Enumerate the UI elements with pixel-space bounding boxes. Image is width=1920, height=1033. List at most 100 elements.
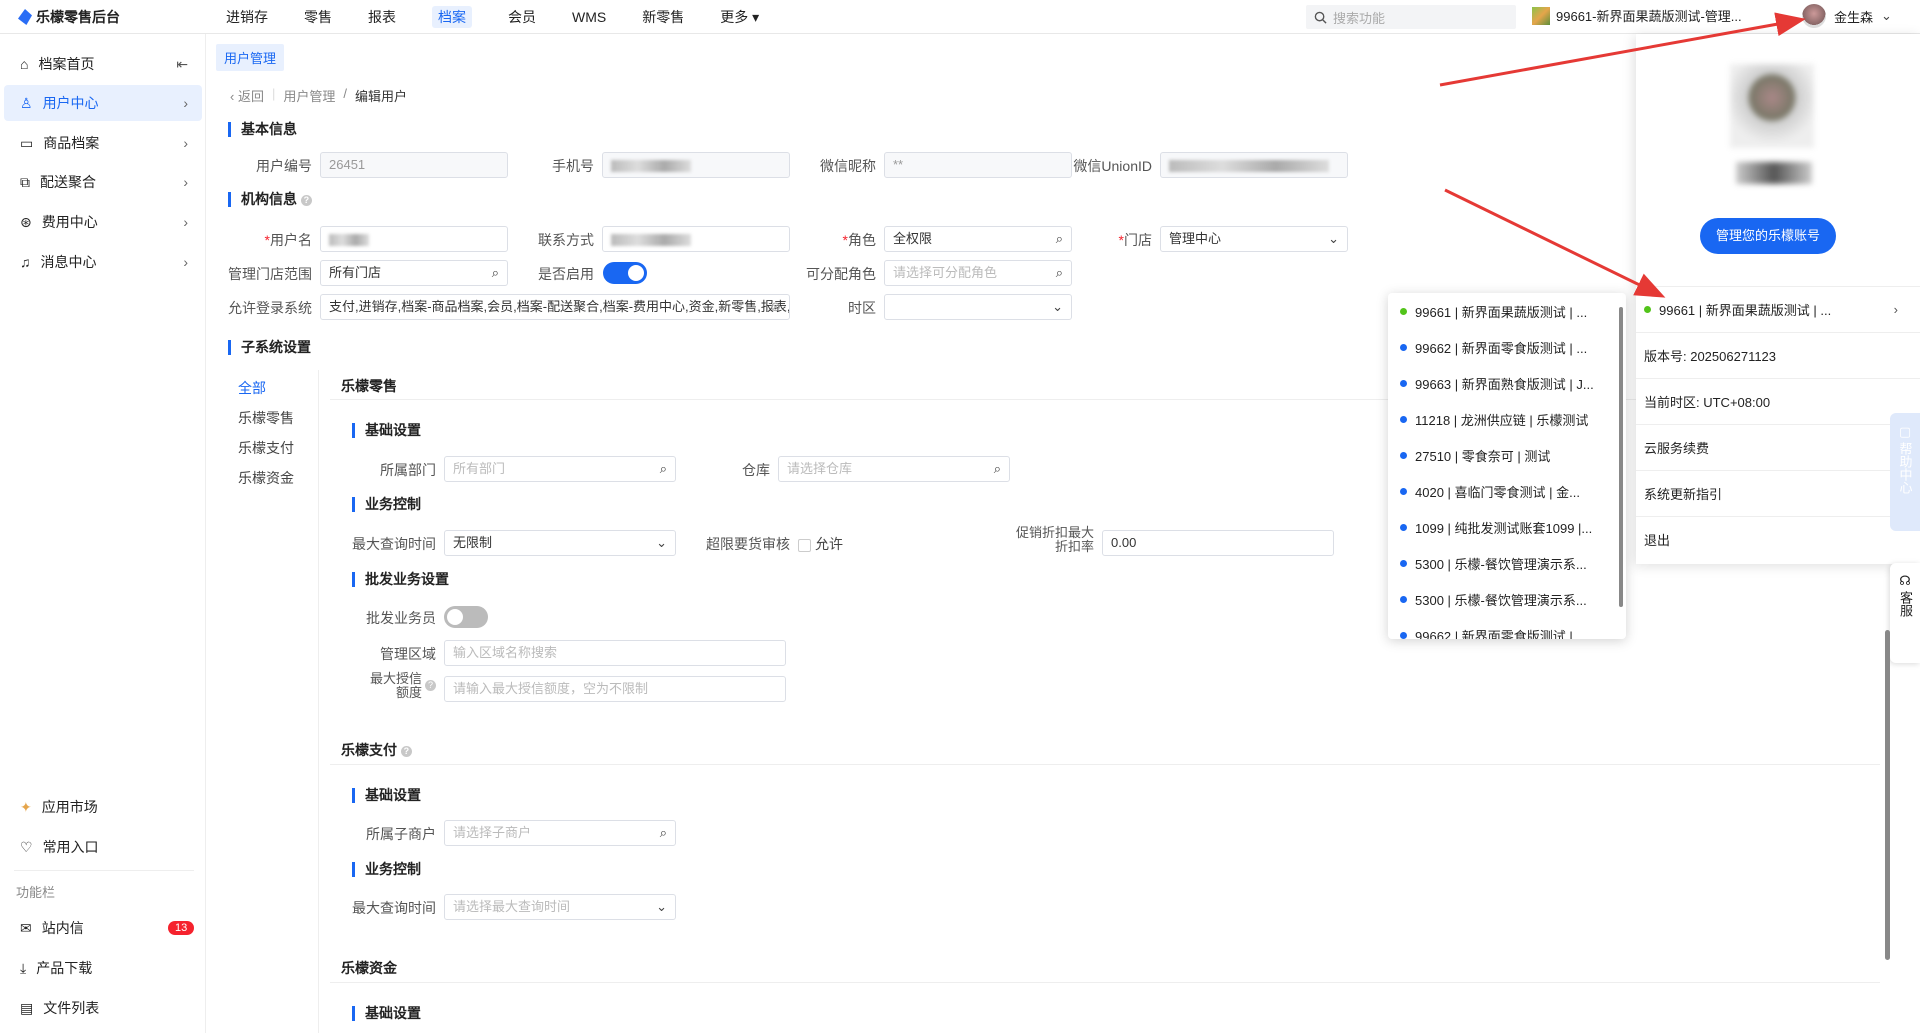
pay-query-select[interactable]: 请选择最大查询时间 ⌄ <box>444 894 676 920</box>
sidebar-item-expense[interactable]: ⊛ 费用中心 › <box>4 204 202 240</box>
store-option-label: 99662 | 新界面零食版测试 | ... <box>1415 628 1588 640</box>
store-option[interactable]: 11218 | 龙洲供应链 | 乐檬测试 <box>1388 401 1626 437</box>
topnav-dangan[interactable]: 档案 <box>414 0 490 34</box>
back-label: 返回 <box>237 89 264 104</box>
wholesale-title: 批发业务设置 <box>352 572 449 587</box>
sidebar-item-favorites[interactable]: ♡ 常用入口 <box>4 829 202 865</box>
topnav-jinxiaocun[interactable]: 进销存 <box>208 0 286 34</box>
dropdown-scrollbar[interactable] <box>1619 307 1623 607</box>
over-audit-checkbox[interactable]: 允许 <box>798 534 843 554</box>
subnav-all[interactable]: 全部 <box>238 378 266 398</box>
cloud-fee-link[interactable]: 云服务续费 <box>1636 424 1920 470</box>
contact-input[interactable] <box>602 226 790 252</box>
topnav-more[interactable]: 更多 ▾ <box>702 0 777 34</box>
credit-input[interactable]: 请输入最大授信额度，空为不限制 <box>444 676 786 702</box>
area-input[interactable]: 输入区域名称搜索 <box>444 640 786 666</box>
toggle-knob <box>447 609 463 625</box>
topnav-huiyuan[interactable]: 会员 <box>490 0 554 34</box>
store-option[interactable]: 27510 | 零食奈可 | 测试 <box>1388 437 1626 473</box>
back-link[interactable]: ‹ 返回 <box>230 86 264 105</box>
warehouse-select[interactable]: 请选择仓库 ⌕ <box>778 456 1010 482</box>
unionid-label: 微信UnionID <box>1073 158 1152 174</box>
subnav-pay[interactable]: 乐檬支付 <box>238 438 294 458</box>
store-option[interactable]: 5300 | 乐檬-餐饮管理演示系... <box>1388 581 1626 617</box>
page-scrollbar[interactable] <box>1885 630 1890 960</box>
delivery-icon: ⧉ <box>20 173 30 190</box>
status-dot <box>1400 559 1407 567</box>
user-menu[interactable]: 金生森 ⌄ <box>1802 4 1892 28</box>
store-option[interactable]: 99662 | 新界面零食版测试 | ... <box>1388 617 1626 639</box>
chevron-right-icon: › <box>183 254 188 270</box>
help-icon[interactable]: ? <box>400 745 412 757</box>
subnav-fund[interactable]: 乐檬资金 <box>238 468 294 488</box>
manage-account-button[interactable]: 管理您的乐檬账号 <box>1700 218 1836 254</box>
store-option[interactable]: 5300 | 乐檬-餐饮管理演示系... <box>1388 545 1626 581</box>
search-icon: ⌕ <box>993 461 1001 476</box>
headset-icon: ☊ <box>1899 573 1911 588</box>
sidebar-item-product-archive[interactable]: ▭ 商品档案 › <box>4 125 202 161</box>
sidebar-item-label: 应用市场 <box>41 799 98 815</box>
sidebar-item-inbox[interactable]: ✉ 站内信 13 <box>4 910 202 946</box>
sidebar-item-files[interactable]: ▤ 文件列表 <box>4 990 202 1026</box>
store-option-label: 1099 | 纯批发测试账套1099 |... <box>1415 520 1593 536</box>
status-dot <box>1644 306 1651 313</box>
sidebar-item-download[interactable]: ⤓ 产品下载 <box>4 950 202 986</box>
timezone-select[interactable]: ⌄ <box>884 294 1072 320</box>
bell-icon: ♫ <box>20 254 31 270</box>
topnav-lingshou[interactable]: 零售 <box>286 0 350 34</box>
sidebar-item-message[interactable]: ♫ 消息中心 › <box>4 244 202 280</box>
sidebar-item-label: 档案首页 <box>38 56 95 72</box>
store-select[interactable]: 管理中心 ⌄ <box>1160 226 1348 252</box>
sidebar-item-app-market[interactable]: ✦ 应用市场 <box>4 789 202 825</box>
heart-icon: ♡ <box>20 838 33 855</box>
store-option-label: 99663 | 新界面熟食版测试 | J... <box>1415 376 1594 392</box>
subnav-retail[interactable]: 乐檬零售 <box>238 408 294 428</box>
app-logo[interactable]: 乐檬零售后台 <box>18 7 120 27</box>
store-option[interactable]: 1099 | 纯批发测试账套1099 |... <box>1388 509 1626 545</box>
dept-select[interactable]: 所有部门 ⌕ <box>444 456 676 482</box>
store-option[interactable]: 99661 | 新界面果蔬版测试 | ... <box>1388 293 1626 329</box>
current-store-label: 99661-新界面果蔬版测试-管理... <box>1556 9 1742 24</box>
role-label-text: 角色 <box>848 232 876 248</box>
store-switcher[interactable]: 99661-新界面果蔬版测试-管理... <box>1532 6 1742 25</box>
role-select[interactable]: 全权限 ⌕ <box>884 226 1072 252</box>
topnav-xinlingshou[interactable]: 新零售 <box>624 0 702 34</box>
topnav-wms[interactable]: WMS <box>554 0 624 34</box>
search-icon: ⌕ <box>659 461 667 476</box>
query-time-select[interactable]: 无限制 ⌄ <box>444 530 676 556</box>
sidebar-item-delivery[interactable]: ⧉ 配送聚合 › <box>4 164 202 200</box>
logout-button[interactable]: 退出 <box>1636 516 1920 562</box>
clear-icon[interactable]: ⊗ <box>770 295 781 319</box>
pay-query-label: 最大查询时间 <box>352 900 436 916</box>
help-center-button[interactable]: ▢ 帮助中心 <box>1890 413 1920 531</box>
systems-select[interactable]: 支付,进销存,档案-商品档案,会员,档案-配送聚合,档案-费用中心,资金,新零售… <box>320 294 790 320</box>
store-dropdown: 99661 | 新界面果蔬版测试 | ... 99662 | 新界面零食版测试 … <box>1388 293 1626 639</box>
store-option[interactable]: 4020 | 喜临门零食测试 | 金... <box>1388 473 1626 509</box>
store-option-label: 99662 | 新界面零食版测试 | ... <box>1415 340 1588 356</box>
customer-service-button[interactable]: ☊ 客服 <box>1890 563 1920 663</box>
merchant-select[interactable]: 请选择子商户 ⌕ <box>444 820 676 846</box>
sidebar: ⌂ 档案首页 ⇤ ♙ 用户中心 › ▭ 商品档案 › ⧉ 配送聚合 › ⊛ 费用… <box>0 34 206 1033</box>
breadcrumb-parent[interactable]: 用户管理 <box>283 86 335 105</box>
help-icon[interactable]: ? <box>425 680 436 691</box>
sidebar-item-user-center[interactable]: ♙ 用户中心 › <box>4 85 202 121</box>
topnav-baobiao[interactable]: 报表 <box>350 0 414 34</box>
sidebar-item-archive-home[interactable]: ⌂ 档案首页 ⇤ <box>4 46 202 82</box>
scope-select[interactable]: 所有门店 ⌕ <box>320 260 508 286</box>
username-input[interactable] <box>320 226 508 252</box>
assignable-role-select[interactable]: 请选择可分配角色 ⌕ <box>884 260 1072 286</box>
search-input[interactable]: 搜索功能 <box>1306 5 1516 29</box>
current-store-row[interactable]: 99661 | 新界面果蔬版测试 | ... › <box>1636 286 1920 332</box>
tab-user-management[interactable]: 用户管理 <box>216 44 285 71</box>
collapse-sidebar-icon[interactable]: ⇤ <box>176 56 188 73</box>
store-option[interactable]: 99663 | 新界面熟食版测试 | J... <box>1388 365 1626 401</box>
enabled-toggle[interactable] <box>603 262 647 284</box>
current-store-text: 99661 | 新界面果蔬版测试 | ... <box>1659 303 1832 318</box>
pay-basic-title: 基础设置 <box>352 788 421 803</box>
promo-input[interactable]: 0.00 <box>1102 530 1334 556</box>
help-icon[interactable]: ? <box>300 194 312 206</box>
over-audit-option: 允许 <box>815 536 843 552</box>
update-guide-link[interactable]: 系统更新指引 <box>1636 470 1920 516</box>
store-option[interactable]: 99662 | 新界面零食版测试 | ... <box>1388 329 1626 365</box>
salesman-toggle[interactable] <box>444 606 488 628</box>
